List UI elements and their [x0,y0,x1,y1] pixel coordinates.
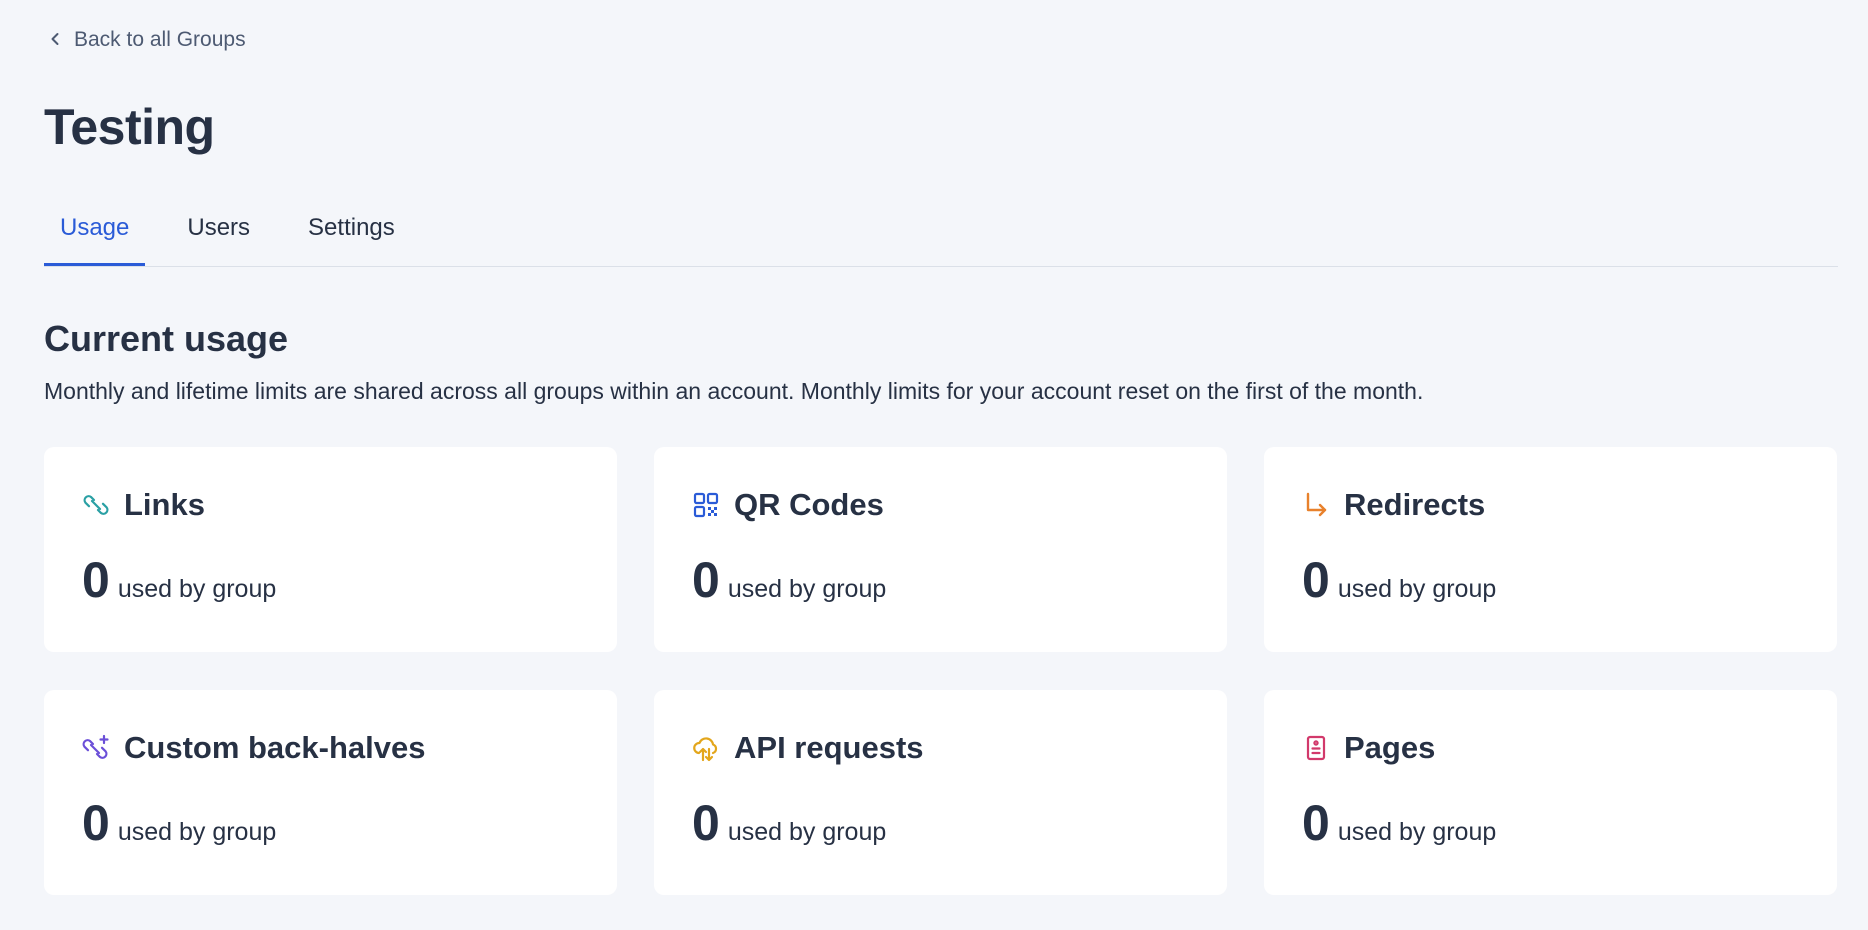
usage-card-api-requests: API requests 0 used by group [654,690,1227,895]
tab-bar: Usage Users Settings [44,200,1838,267]
stat-label: used by group [1337,818,1497,846]
tab-settings[interactable]: Settings [292,200,411,266]
usage-card-qr-codes: QR Codes 0 used by group [654,447,1227,652]
stat-value: 0 [692,795,720,851]
stat-value: 0 [82,552,110,608]
stat-value: 0 [1302,552,1330,608]
section-title: Current usage [44,318,289,359]
card-title: Links [124,487,205,522]
stat-label: used by group [727,575,887,603]
stat-label: used by group [727,818,887,846]
chevron-left-icon [48,28,62,52]
card-title: Redirects [1344,487,1486,522]
cloud-transfer-icon [692,734,720,762]
card-title: QR Codes [734,487,884,522]
back-link-label: Back to all Groups [74,28,246,51]
stat-label: used by group [117,818,277,846]
qr-code-icon [692,491,720,519]
back-to-groups-link[interactable]: Back to all Groups [48,28,246,52]
usage-card-custom-back-halves: Custom back-halves 0 used by group [44,690,617,895]
stat-value: 0 [1302,795,1330,851]
stat-value: 0 [82,795,110,851]
page: Back to all Groups Testing Usage Users S… [0,0,1868,930]
usage-card-redirects: Redirects 0 used by group [1264,447,1837,652]
tab-users[interactable]: Users [171,200,266,266]
card-title: Custom back-halves [124,730,426,765]
page-title: Testing [44,99,215,155]
card-title: Pages [1344,730,1436,765]
section-description: Monthly and lifetime limits are shared a… [44,378,1424,404]
tab-usage[interactable]: Usage [44,200,146,266]
card-title: API requests [734,730,924,765]
usage-cards-grid: Links 0 used by group QR Codes 0 used by… [44,447,1838,895]
custom-link-icon [82,734,110,762]
page-icon [1302,734,1330,762]
link-icon [82,491,110,519]
redirect-arrow-icon [1302,491,1330,519]
stat-value: 0 [692,552,720,608]
usage-card-links: Links 0 used by group [44,447,617,652]
stat-label: used by group [117,575,277,603]
stat-label: used by group [1337,575,1497,603]
usage-card-pages: Pages 0 used by group [1264,690,1837,895]
